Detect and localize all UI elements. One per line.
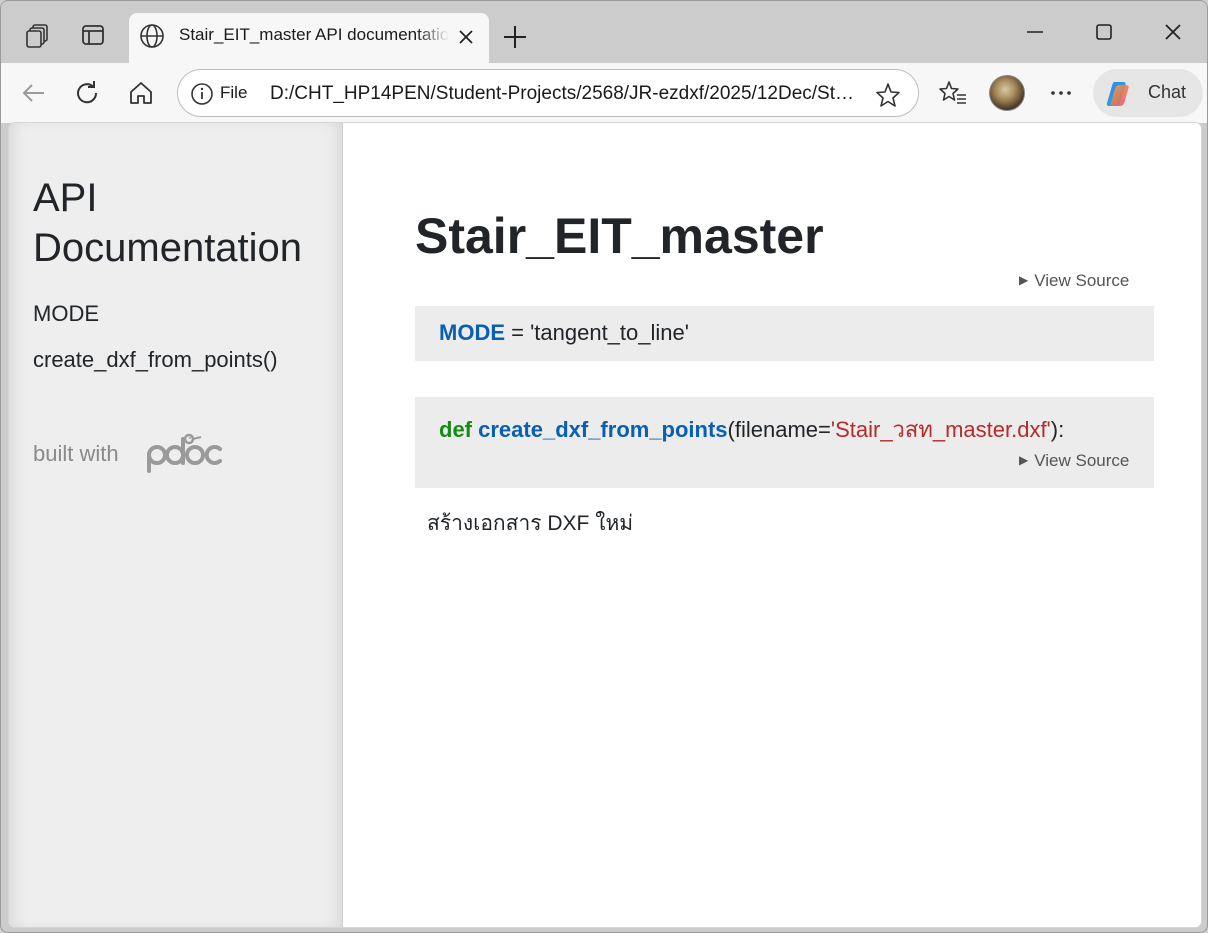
favorites-list-icon[interactable] bbox=[937, 77, 969, 109]
page-content: API Documentation MODE create_dxf_from_p… bbox=[9, 123, 1201, 927]
main-content: Stair_EIT_master ▶ View Source MODE = 'ta… bbox=[343, 123, 1201, 927]
view-source-label: View Source bbox=[1034, 271, 1130, 290]
browser-toolbar: File D:/CHT_HP14PEN/Student-Projects/256… bbox=[1, 63, 1207, 123]
triangle-right-icon: ▶ bbox=[1019, 453, 1029, 467]
function-signature: def create_dxf_from_points(filename='Sta… bbox=[439, 412, 1064, 447]
def-keyword: def bbox=[439, 417, 472, 442]
pdoc-logo[interactable] bbox=[145, 429, 225, 473]
more-icon[interactable] bbox=[1045, 77, 1077, 109]
avatar[interactable] bbox=[989, 75, 1025, 111]
sidebar-title: API Documentation bbox=[33, 176, 303, 270]
vertical-tabs-icon[interactable] bbox=[79, 21, 107, 49]
view-source-module[interactable]: ▶ View Source bbox=[1019, 271, 1129, 291]
address-bar[interactable]: File D:/CHT_HP14PEN/Student-Projects/256… bbox=[177, 69, 919, 117]
url-text[interactable]: D:/CHT_HP14PEN/Student-Projects/2568/JR-… bbox=[270, 83, 860, 105]
back-icon[interactable] bbox=[17, 77, 49, 109]
tab-active[interactable]: Stair_EIT_master API documentation bbox=[129, 13, 489, 63]
attribute-name[interactable]: MODE bbox=[439, 320, 505, 345]
address-prefix: File bbox=[220, 83, 248, 102]
new-tab-icon[interactable] bbox=[501, 23, 529, 51]
chat-label: Chat bbox=[1148, 82, 1187, 102]
maximize-icon[interactable] bbox=[1084, 17, 1124, 47]
globe-icon bbox=[139, 23, 165, 49]
function-docstring: สร้างเอกสาร DXF ใหม่ bbox=[427, 512, 634, 535]
attribute-value: 'tangent_to_line' bbox=[530, 320, 689, 345]
attribute-signature: MODE = 'tangent_to_line' bbox=[439, 320, 689, 346]
view-source-function[interactable]: ▶ View Source bbox=[1019, 451, 1129, 471]
sidebar-item-create-dxf-from-points[interactable]: create_dxf_from_points() bbox=[33, 347, 278, 373]
tab-actions-icon[interactable] bbox=[25, 21, 53, 49]
copilot-icon bbox=[1105, 79, 1135, 109]
tab-title: Stair_EIT_master API documentation bbox=[179, 25, 449, 44]
close-icon[interactable] bbox=[455, 26, 477, 48]
tab-strip: Stair_EIT_master API documentation bbox=[1, 1, 1207, 63]
sidebar-item-mode[interactable]: MODE bbox=[33, 301, 99, 327]
built-with-label: built with bbox=[33, 441, 119, 466]
window-close-icon[interactable] bbox=[1153, 17, 1193, 47]
sidebar: API Documentation MODE create_dxf_from_p… bbox=[9, 123, 343, 927]
function-default: 'Stair_วสท_master.dxf' bbox=[830, 417, 1051, 442]
refresh-icon[interactable] bbox=[71, 77, 103, 109]
minimize-icon[interactable] bbox=[1015, 17, 1055, 47]
info-icon[interactable] bbox=[190, 82, 214, 106]
function-name[interactable]: create_dxf_from_points bbox=[478, 417, 727, 442]
browser-window: Stair_EIT_master API documentation File … bbox=[0, 0, 1208, 933]
function-close: ): bbox=[1050, 417, 1065, 442]
page-title: Stair_EIT_master bbox=[415, 208, 824, 264]
attribute-equals: = bbox=[505, 320, 531, 345]
view-source-label: View Source bbox=[1034, 451, 1130, 470]
attribute-block: MODE = 'tangent_to_line' bbox=[415, 306, 1154, 361]
favorite-star-icon[interactable] bbox=[874, 81, 902, 109]
copilot-chat-button[interactable]: Chat bbox=[1093, 69, 1203, 117]
triangle-right-icon: ▶ bbox=[1019, 273, 1029, 287]
home-icon[interactable] bbox=[125, 77, 157, 109]
function-param: (filename= bbox=[727, 417, 831, 442]
function-block: def create_dxf_from_points(filename='Sta… bbox=[415, 397, 1154, 488]
